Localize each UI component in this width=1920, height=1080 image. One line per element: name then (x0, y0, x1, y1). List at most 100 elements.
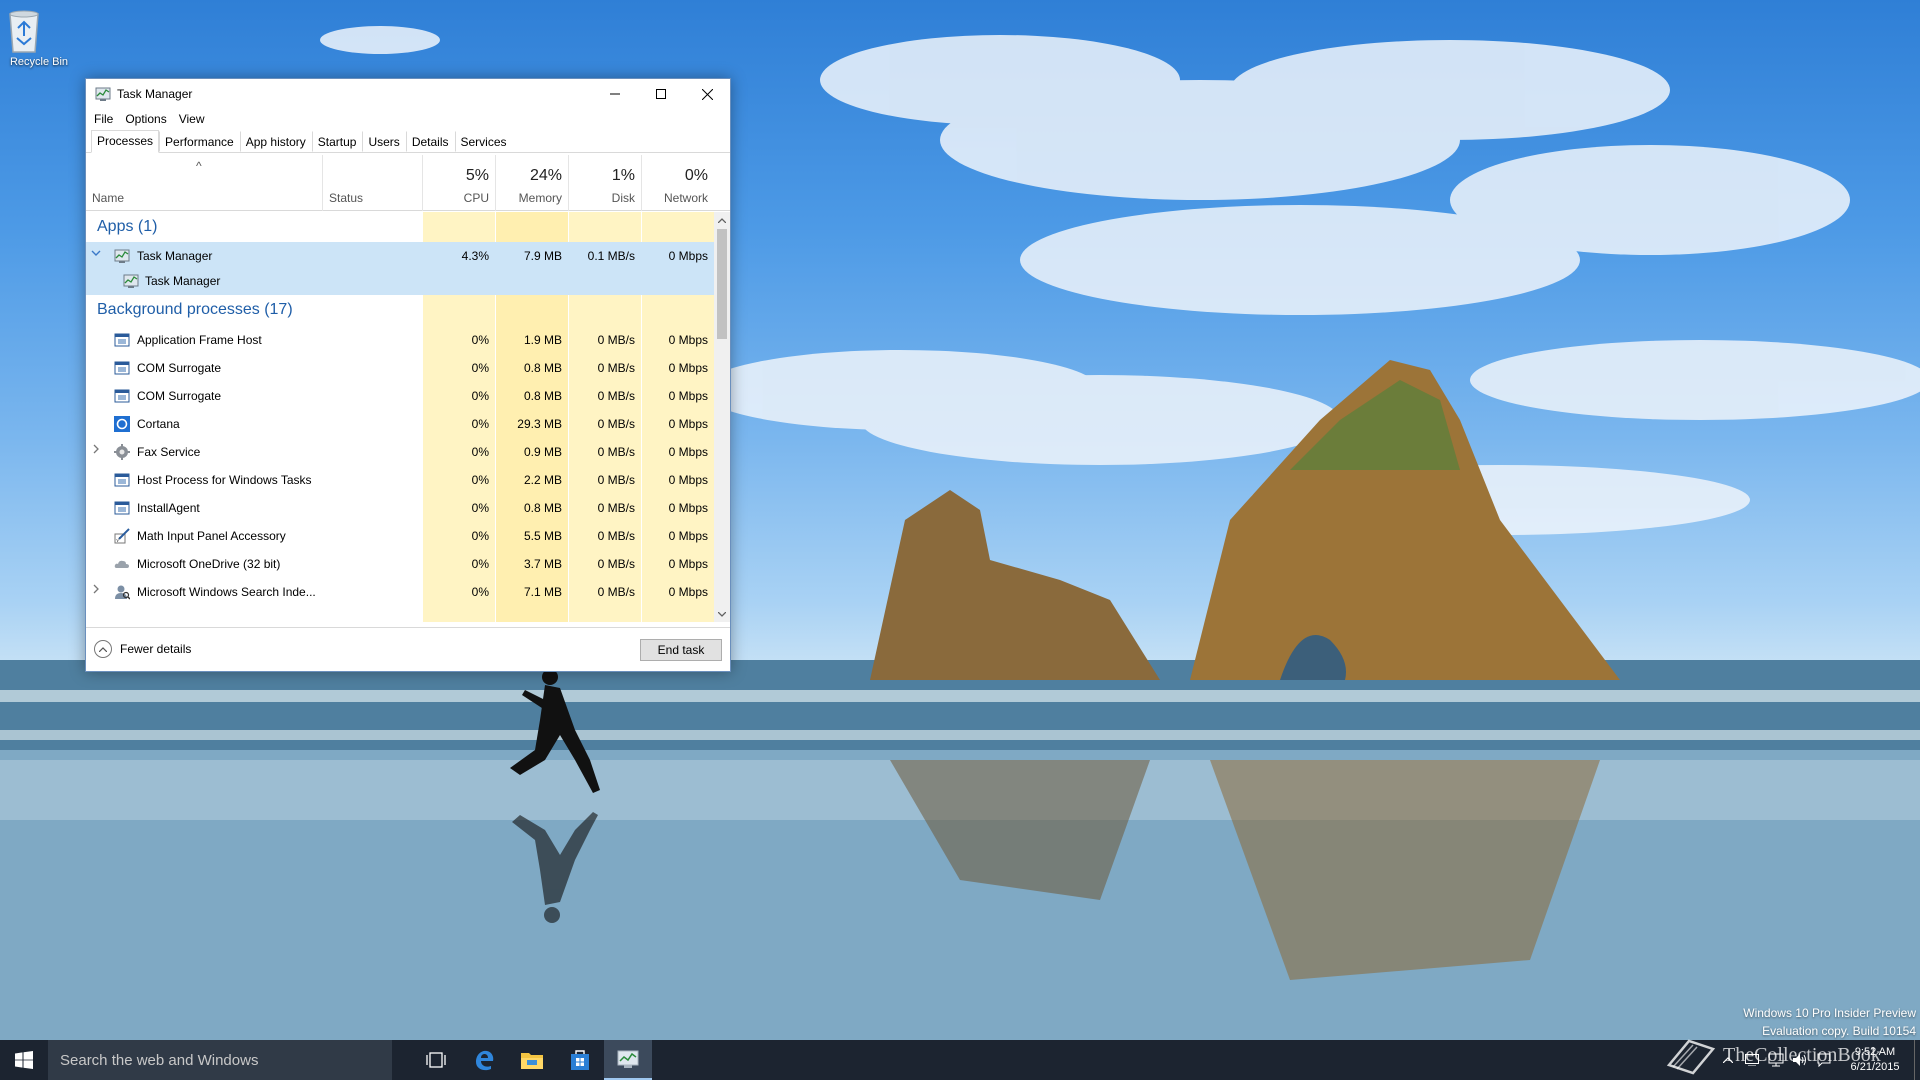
disk-value: 0 MB/s (597, 529, 635, 543)
process-row[interactable]: √ Math Input Panel Accessory 0% 5.5 MB 0 MB/… (86, 522, 714, 550)
scroll-down-button[interactable] (714, 606, 730, 622)
process-grid: ^ Name Status 5% CPU 24% Memory 1% Disk … (86, 155, 730, 622)
process-name: Microsoft OneDrive (32 bit) (137, 557, 281, 571)
process-row[interactable]: Host Process for Windows Tasks 0% 2.2 MB 0 … (86, 466, 714, 494)
menu-options[interactable]: Options (125, 112, 166, 126)
process-name: Microsoft Windows Search Inde... (137, 585, 316, 599)
process-row[interactable]: InstallAgent 0% 0.8 MB 0 MB/s 0 Mbps (86, 494, 714, 522)
watermark-line-1: Windows 10 Pro Insider Preview (1743, 1006, 1916, 1020)
group-header-background[interactable]: Background processes (17) (86, 295, 714, 323)
close-icon (701, 88, 713, 100)
tab-services[interactable]: Services (454, 131, 513, 152)
memory-value: 29.3 MB (517, 417, 562, 431)
cpu-value: 0% (471, 585, 489, 599)
memory-value: 0.8 MB (523, 361, 562, 375)
cpu-value: 4.3% (461, 249, 489, 263)
task-manager-icon (114, 248, 130, 264)
column-header-cpu[interactable]: 5% CPU (422, 155, 495, 211)
minimize-button[interactable] (592, 79, 638, 109)
recycle-bin-shortcut[interactable]: Recycle Bin (4, 6, 74, 68)
maximize-button[interactable] (638, 79, 684, 109)
tab-startup[interactable]: Startup (311, 131, 363, 152)
cpu-value: 0% (471, 333, 489, 347)
windows-logo-icon (15, 1051, 33, 1069)
disk-value: 0 MB/s (597, 417, 635, 431)
tab-performance[interactable]: Performance (159, 131, 240, 152)
menu-file[interactable]: File (94, 112, 113, 126)
child-process-row[interactable]: Task Manager (86, 267, 714, 295)
scroll-thumb[interactable] (717, 229, 727, 339)
service-window-icon (114, 360, 130, 376)
edge-button[interactable] (460, 1040, 508, 1080)
task-view-button[interactable] (412, 1040, 460, 1080)
menu-view[interactable]: View (179, 112, 205, 126)
title-bar[interactable]: Task Manager (86, 79, 730, 109)
cpu-value: 0% (471, 445, 489, 459)
scroll-up-button[interactable] (714, 212, 730, 228)
vertical-scrollbar[interactable] (714, 212, 730, 622)
group-header-apps[interactable]: Apps (1) (86, 212, 714, 240)
file-explorer-button[interactable] (508, 1040, 556, 1080)
memory-value: 3.7 MB (523, 557, 562, 571)
recycle-bin-label: Recycle Bin (9, 56, 69, 68)
show-desktop-button[interactable] (1914, 1040, 1920, 1080)
network-total-percent: 0% (684, 167, 708, 184)
process-row[interactable]: Fax Service 0% 0.9 MB 0 MB/s 0 Mbps (86, 438, 714, 466)
process-name: Host Process for Windows Tasks (137, 473, 312, 487)
tab-strip: Processes Performance App history Startu… (86, 129, 730, 153)
tab-app-history[interactable]: App history (239, 131, 312, 152)
search-box[interactable]: Search the web and Windows (48, 1040, 392, 1080)
maximize-icon (656, 89, 666, 99)
cpu-value: 0% (471, 529, 489, 543)
cpu-value: 0% (471, 389, 489, 403)
disk-value: 0.1 MB/s (587, 249, 635, 263)
column-header-network[interactable]: 0% Network (641, 155, 714, 211)
network-value: 0 Mbps (668, 389, 708, 403)
network-value: 0 Mbps (668, 249, 708, 263)
process-name: COM Surrogate (137, 389, 222, 403)
process-row[interactable]: Task Manager 4.3% 7.9 MB 0.1 MB/s 0 Mbps (86, 242, 714, 270)
task-view-icon (426, 1052, 446, 1068)
math-pen-icon: √ (114, 528, 130, 544)
edge-icon (476, 1050, 494, 1071)
process-row[interactable]: Microsoft OneDrive (32 bit) 0% 3.7 MB 0 MB/… (86, 550, 714, 578)
process-name: Task Manager (145, 274, 221, 288)
process-name: Math Input Panel Accessory (137, 529, 286, 543)
taskbar: Search the web and Windows 9:52 AM 6/21/… (0, 1040, 1920, 1080)
column-header-status[interactable]: Status (322, 155, 422, 211)
memory-value: 5.5 MB (523, 529, 562, 543)
file-explorer-icon (521, 1053, 543, 1069)
process-name: Cortana (137, 417, 180, 431)
search-placeholder: Search the web and Windows (60, 1051, 259, 1069)
cpu-value: 0% (471, 417, 489, 431)
task-manager-taskbar-button[interactable] (604, 1040, 652, 1080)
onedrive-cloud-icon (114, 556, 130, 572)
tab-processes[interactable]: Processes (91, 130, 160, 153)
expand-chevron-icon[interactable] (91, 584, 103, 598)
column-name-label: Name (92, 191, 125, 205)
cpu-value: 0% (471, 361, 489, 375)
brand-text: TheCollectionBook (1723, 1043, 1881, 1066)
process-row[interactable]: Cortana 0% 29.3 MB 0 MB/s 0 Mbps (86, 410, 714, 438)
tab-users[interactable]: Users (362, 131, 405, 152)
close-button[interactable] (684, 79, 730, 109)
expand-chevron-icon[interactable] (91, 444, 103, 458)
memory-value: 0.9 MB (523, 445, 562, 459)
network-value: 0 Mbps (668, 417, 708, 431)
collapse-chevron-icon[interactable] (91, 248, 103, 262)
column-header-name[interactable]: ^ Name (86, 155, 322, 211)
tab-details[interactable]: Details (405, 131, 455, 152)
column-header-disk[interactable]: 1% Disk (568, 155, 641, 211)
start-button[interactable] (0, 1040, 48, 1080)
fewer-details-button[interactable]: Fewer details (94, 640, 191, 658)
end-task-button[interactable]: End task (640, 639, 722, 661)
process-row[interactable]: Microsoft Windows Search Inde... 0% 7.1 MB… (86, 578, 714, 606)
process-row[interactable]: Application Frame Host 0% 1.9 MB 0 MB/s 0 Mb… (86, 326, 714, 354)
network-value: 0 Mbps (668, 361, 708, 375)
disk-value: 0 MB/s (597, 333, 635, 347)
task-manager-icon (123, 273, 139, 289)
store-button[interactable] (556, 1040, 604, 1080)
column-header-memory[interactable]: 24% Memory (495, 155, 568, 211)
process-row[interactable]: COM Surrogate 0% 0.8 MB 0 MB/s 0 Mbps (86, 354, 714, 382)
process-row[interactable]: COM Surrogate 0% 0.8 MB 0 MB/s 0 Mbps (86, 382, 714, 410)
